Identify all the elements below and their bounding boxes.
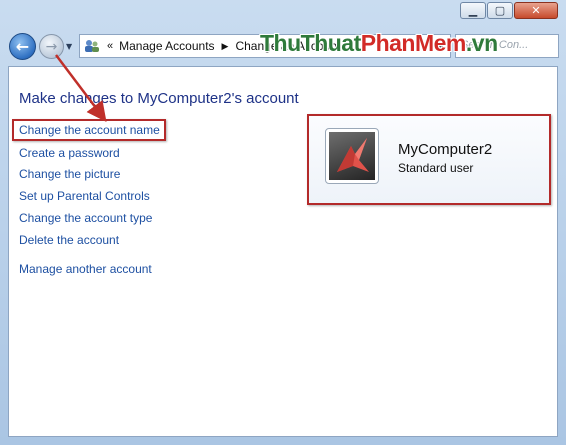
manage-another-account-link[interactable]: Manage another account: [19, 262, 152, 276]
close-button[interactable]: ✕: [514, 2, 558, 19]
breadcrumb-change-account[interactable]: Change an Account: [235, 39, 340, 53]
page-title: Make changes to MyComputer2's account: [19, 90, 299, 107]
navigation-bar: ← → ▼ « Manage Accounts ▶ Change an Acco…: [0, 30, 566, 64]
user-account-type: Standard user: [398, 161, 474, 175]
breadcrumb-separator-icon[interactable]: ▶: [222, 41, 229, 52]
change-account-type-link[interactable]: Change the account type: [19, 211, 152, 225]
maximize-button[interactable]: ▢: [487, 2, 513, 19]
parental-controls-link[interactable]: Set up Parental Controls: [19, 189, 150, 203]
refresh-icon[interactable]: ↻: [434, 38, 445, 53]
content-pane: Make changes to MyComputer2's account Ch…: [8, 66, 558, 437]
control-panel-icon: [84, 39, 100, 53]
user-name: MyComputer2: [398, 141, 493, 158]
breadcrumb-overflow-icon[interactable]: «: [107, 40, 113, 52]
user-account-tile: MyComputer2 Standard user: [307, 114, 551, 205]
avatar: [325, 128, 379, 184]
forward-button[interactable]: →: [39, 34, 64, 59]
search-input[interactable]: Search Con...: [455, 34, 559, 58]
address-bar[interactable]: « Manage Accounts ▶ Change an Account ▼: [79, 34, 451, 58]
delete-account-link[interactable]: Delete the account: [19, 233, 119, 247]
minimize-button[interactable]: ▁: [460, 2, 486, 19]
back-button[interactable]: ←: [9, 33, 36, 60]
change-picture-link[interactable]: Change the picture: [19, 167, 120, 181]
recent-pages-dropdown[interactable]: ▼: [66, 42, 72, 51]
breadcrumb-manage-accounts[interactable]: Manage Accounts: [119, 39, 214, 53]
crane-picture-icon: [329, 132, 375, 180]
highlight-box: [12, 119, 166, 141]
window-controls: ▁ ▢ ✕: [459, 2, 558, 19]
create-password-link[interactable]: Create a password: [19, 146, 120, 160]
window-frame: ▁ ▢ ✕ ← → ▼ « Manage Accounts ▶ Change a…: [0, 0, 566, 445]
